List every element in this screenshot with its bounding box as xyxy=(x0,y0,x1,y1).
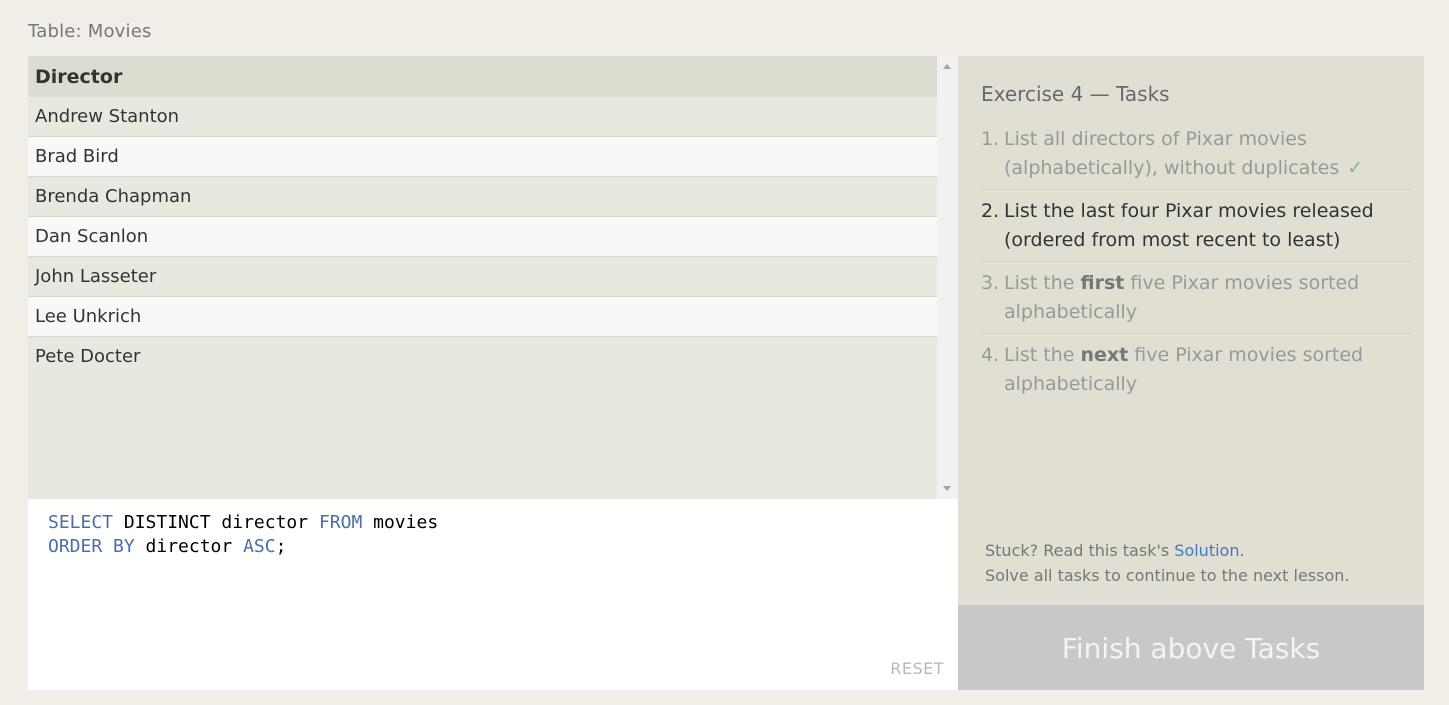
query-panel: Director Andrew Stanton Brad Bird Brenda… xyxy=(28,56,958,690)
result-table: Director Andrew Stanton Brad Bird Brenda… xyxy=(28,56,937,376)
task-text-pre: List the xyxy=(1004,272,1081,294)
sql-text: DISTINCT director xyxy=(113,512,319,533)
stuck-prefix: Stuck? Read this task's xyxy=(985,541,1175,560)
check-icon: ✓ xyxy=(1347,157,1364,179)
table-title: Table: Movies xyxy=(28,21,152,42)
table-row: Dan Scanlon xyxy=(28,216,937,257)
continue-text: Solve all tasks to continue to the next … xyxy=(985,566,1350,585)
scroll-up-arrow-icon[interactable] xyxy=(943,64,951,69)
exercise-heading: Exercise 4 — Tasks xyxy=(981,82,1170,106)
task-item-4: 4. List the next five Pixar movies sorted… xyxy=(981,339,1413,405)
task-item-1: 1. List all directors of Pixar movies (al… xyxy=(981,123,1413,190)
task-list: 1. List all directors of Pixar movies (al… xyxy=(981,123,1413,410)
task-text: List all directors of Pixar movies (alph… xyxy=(1004,128,1340,179)
stuck-suffix: . xyxy=(1239,541,1245,560)
task-text: List the last four Pixar movies released… xyxy=(1004,200,1374,251)
task-number: 3. xyxy=(981,272,1000,294)
table-row: Brenda Chapman xyxy=(28,176,937,217)
table-row: Andrew Stanton xyxy=(28,97,937,137)
sql-keyword: ORDER BY xyxy=(48,536,135,557)
finish-tasks-button[interactable]: Finish above Tasks xyxy=(958,605,1424,690)
table-row: Brad Bird xyxy=(28,136,937,177)
result-scrollbar[interactable] xyxy=(937,56,958,499)
task-item-2: 2. List the last four Pixar movies releas… xyxy=(981,195,1413,262)
task-number: 1. xyxy=(981,128,1000,150)
table-cell: Andrew Stanton xyxy=(28,97,937,137)
table-cell: John Lasseter xyxy=(28,256,937,297)
task-text-bold: first xyxy=(1080,272,1125,294)
table-row: John Lasseter xyxy=(28,256,937,297)
task-text-bold: next xyxy=(1080,344,1129,366)
tasks-panel: Exercise 4 — Tasks 1. List all directors … xyxy=(958,56,1424,605)
stuck-help: Stuck? Read this task's Solution. Solve … xyxy=(985,538,1349,588)
table-row: Lee Unkrich xyxy=(28,296,937,337)
solution-link[interactable]: Solution xyxy=(1174,541,1239,560)
task-number: 2. xyxy=(981,200,1000,222)
table-row: Pete Docter xyxy=(28,336,937,376)
table-cell: Lee Unkrich xyxy=(28,296,937,337)
sql-keyword: FROM xyxy=(318,512,363,533)
task-text-pre: List the xyxy=(1004,344,1081,366)
sql-keyword: SELECT xyxy=(48,512,114,533)
table-cell: Pete Docter xyxy=(28,336,937,376)
task-number: 4. xyxy=(981,344,1000,366)
sql-text: movies xyxy=(362,512,439,533)
sql-text: director xyxy=(134,536,244,557)
task-item-3: 3. List the first five Pixar movies sorte… xyxy=(981,267,1413,334)
result-area: Director Andrew Stanton Brad Bird Brenda… xyxy=(28,56,958,499)
table-cell: Brenda Chapman xyxy=(28,176,937,217)
sql-code[interactable]: SELECT DISTINCT director FROM movies ORD… xyxy=(48,511,438,559)
table-cell: Dan Scanlon xyxy=(28,216,937,257)
sql-editor[interactable]: SELECT DISTINCT director FROM movies ORD… xyxy=(28,499,958,690)
scroll-down-arrow-icon[interactable] xyxy=(943,486,951,491)
sql-text: ; xyxy=(275,536,287,557)
reset-button[interactable]: RESET xyxy=(890,659,944,678)
column-header-director: Director xyxy=(28,56,937,97)
table-cell: Brad Bird xyxy=(28,136,937,177)
sql-keyword: ASC xyxy=(243,536,276,557)
